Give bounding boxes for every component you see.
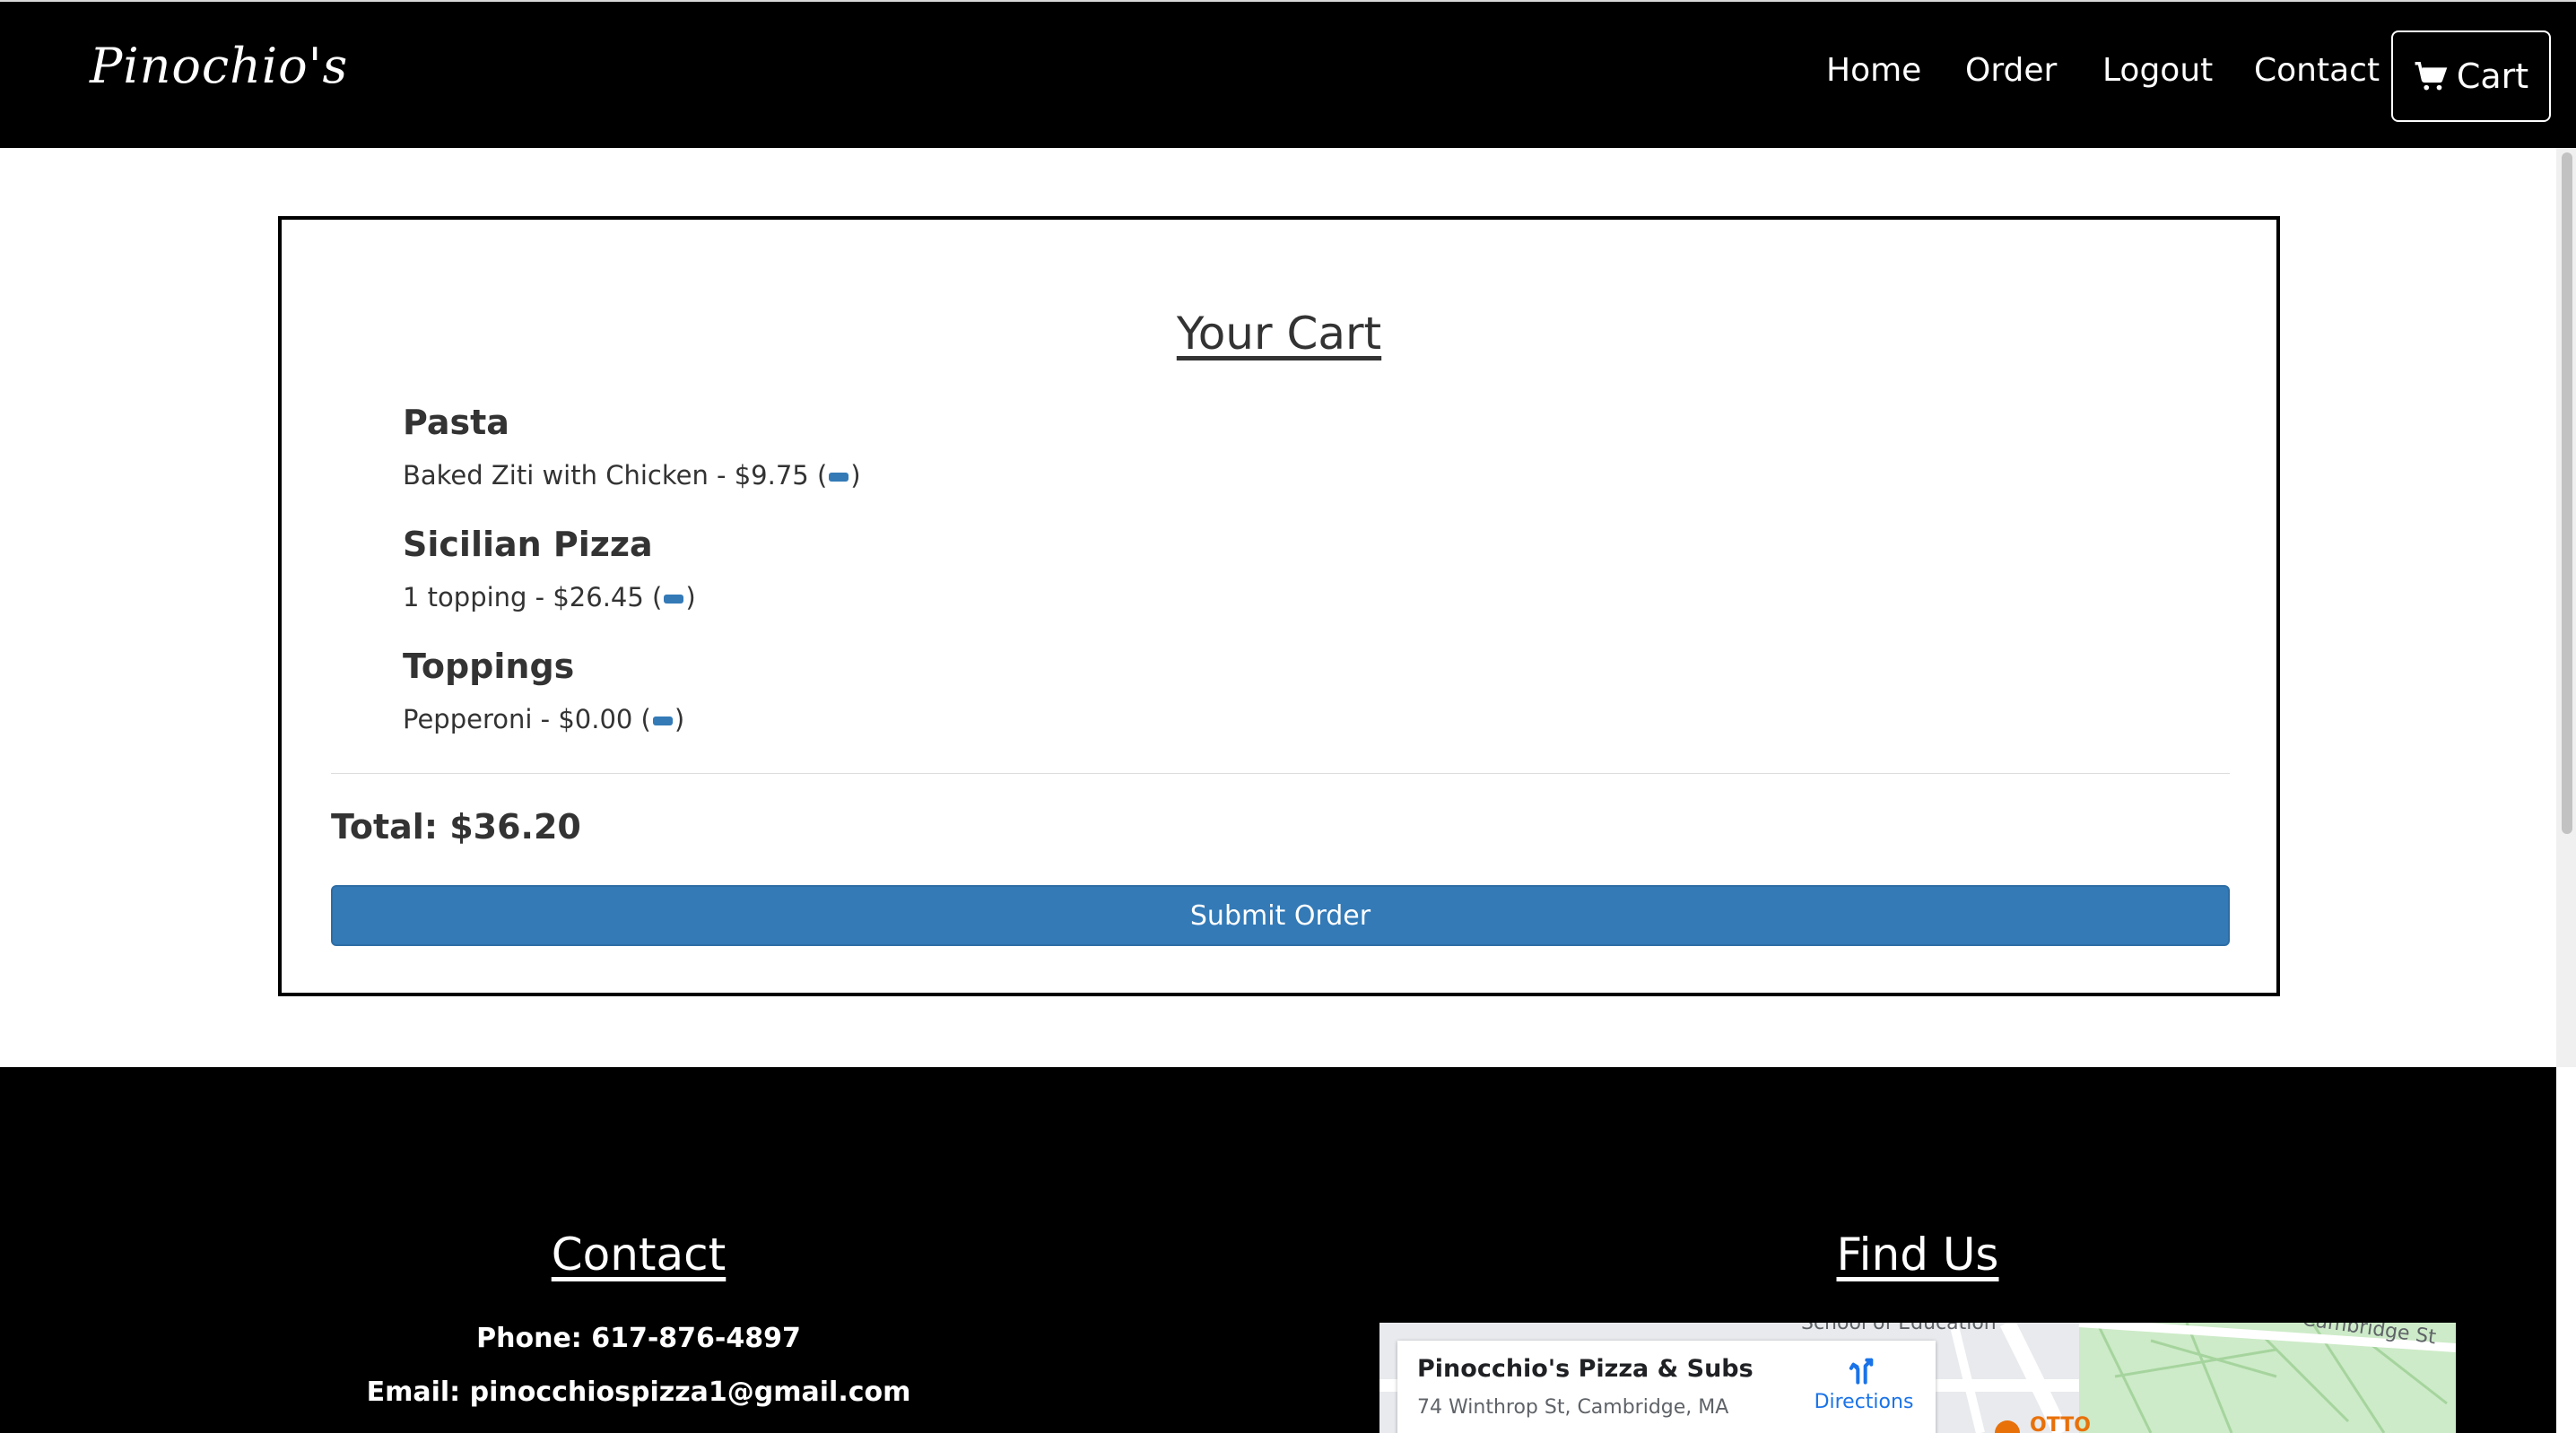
nav-order[interactable]: Order	[1965, 52, 2057, 89]
submit-order-button[interactable]: Submit Order	[331, 885, 2230, 946]
cart-title: Your Cart	[1176, 308, 1382, 360]
cart-total: Total: $36.20	[331, 807, 581, 847]
map-poi-label: School of Education	[1801, 1323, 1997, 1334]
cart-item-toppings: Pepperoni - $0.00 ()	[403, 704, 685, 734]
map-embed[interactable]: School of Education Cambridge St OTTO Pi…	[1379, 1323, 2456, 1433]
shopping-cart-icon	[2415, 62, 2448, 91]
cart-button[interactable]: Cart	[2391, 30, 2551, 122]
map-info-card: Pinocchio's Pizza & Subs 74 Winthrop St,…	[1397, 1341, 1936, 1433]
map-directions-button[interactable]: Directions	[1810, 1350, 1918, 1413]
footer-contact-heading: Contact	[551, 1229, 727, 1281]
map-place-name[interactable]: Pinocchio's Pizza & Subs	[1417, 1355, 1754, 1383]
cart-item-label: 1 topping - $26.45	[403, 582, 644, 612]
category-title-sicilian-pizza: Sicilian Pizza	[403, 525, 653, 564]
nav-contact[interactable]: Contact	[2254, 52, 2380, 89]
category-title-pasta: Pasta	[403, 403, 509, 442]
remove-item-icon[interactable]	[829, 473, 849, 482]
cart-item-label: Pepperoni - $0.00	[403, 704, 633, 734]
nav-home[interactable]: Home	[1826, 52, 1921, 89]
map-directions-label: Directions	[1814, 1391, 1914, 1413]
directions-icon	[1849, 1358, 1874, 1385]
cart-item-pasta: Baked Ziti with Chicken - $9.75 ()	[403, 460, 861, 491]
cart-item-sicilian-pizza: 1 topping - $26.45 ()	[403, 582, 696, 612]
map-place-address: 74 Winthrop St, Cambridge, MA	[1417, 1396, 1729, 1419]
cart-panel: Your Cart Pasta Baked Ziti with Chicken …	[278, 216, 2280, 996]
cart-item-label: Baked Ziti with Chicken - $9.75	[403, 460, 809, 491]
scrollbar-thumb[interactable]	[2562, 152, 2572, 834]
navbar: Pinochio's Home Order Logout Contact Car…	[0, 0, 2576, 148]
map-otto-label: OTTO	[2030, 1414, 2091, 1433]
nav-logout[interactable]: Logout	[2102, 52, 2213, 89]
footer-find-us-heading: Find Us	[1836, 1229, 1999, 1281]
footer-email: Email: pinocchiospizza1@gmail.com	[366, 1377, 911, 1408]
remove-item-icon[interactable]	[652, 716, 673, 725]
cart-button-label: Cart	[2456, 56, 2529, 96]
footer-phone: Phone: 617-876-4897	[476, 1323, 801, 1354]
brand-logo[interactable]: Pinochio's	[90, 38, 348, 94]
category-title-toppings: Toppings	[403, 647, 575, 686]
remove-item-icon[interactable]	[664, 595, 684, 604]
cart-divider	[331, 773, 2230, 774]
